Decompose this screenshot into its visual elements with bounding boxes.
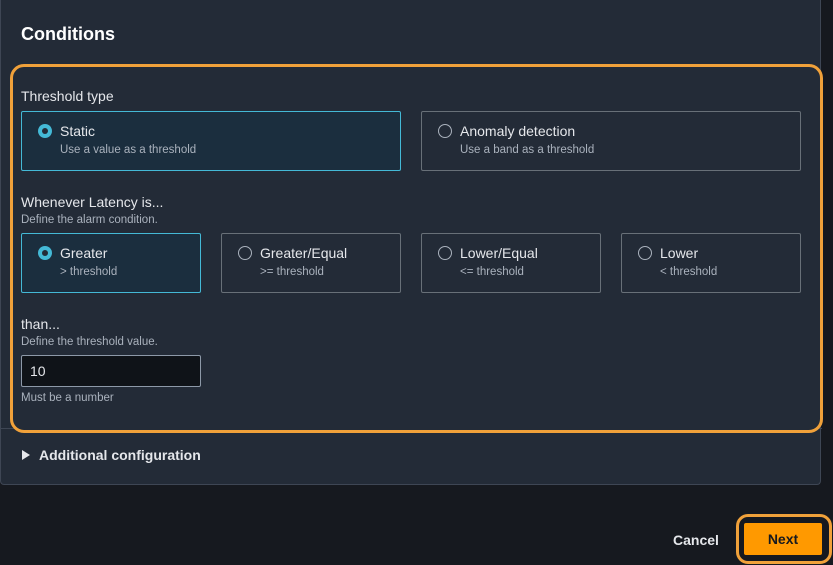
radio-unselected-icon[interactable] <box>638 246 652 260</box>
threshold-option-anomaly-detection[interactable]: Anomaly detection Use a band as a thresh… <box>421 111 801 171</box>
condition-description: Define the alarm condition. <box>21 214 158 226</box>
radio-selected-icon[interactable] <box>38 124 52 138</box>
option-subtitle: >= threshold <box>260 266 324 278</box>
threshold-value-label: than... <box>21 316 60 332</box>
option-title: Lower/Equal <box>460 245 538 261</box>
additional-configuration-label: Additional configuration <box>39 447 201 463</box>
additional-configuration-toggle[interactable]: Additional configuration <box>22 447 201 463</box>
condition-option-lower[interactable]: Lower < threshold <box>621 233 801 293</box>
option-title: Greater/Equal <box>260 245 348 261</box>
option-subtitle: Use a value as a threshold <box>60 144 197 156</box>
radio-unselected-icon[interactable] <box>238 246 252 260</box>
threshold-value-description: Define the threshold value. <box>21 336 158 348</box>
threshold-value-input[interactable] <box>21 355 201 387</box>
threshold-option-static[interactable]: Static Use a value as a threshold <box>21 111 401 171</box>
threshold-type-label: Threshold type <box>21 88 114 104</box>
option-subtitle: < threshold <box>660 266 718 278</box>
condition-option-lower-equal[interactable]: Lower/Equal <= threshold <box>421 233 601 293</box>
condition-option-greater[interactable]: Greater > threshold <box>21 233 201 293</box>
radio-unselected-icon[interactable] <box>438 246 452 260</box>
caret-right-icon <box>22 450 30 460</box>
option-title: Static <box>60 123 96 139</box>
option-title: Greater <box>60 245 108 261</box>
condition-option-greater-equal[interactable]: Greater/Equal >= threshold <box>221 233 401 293</box>
threshold-value-constraint: Must be a number <box>21 392 114 404</box>
option-title: Lower <box>660 245 699 261</box>
radio-selected-icon[interactable] <box>38 246 52 260</box>
cancel-button[interactable]: Cancel <box>664 527 728 553</box>
option-subtitle: <= threshold <box>460 266 524 278</box>
radio-unselected-icon[interactable] <box>438 124 452 138</box>
condition-label: Whenever Latency is... <box>21 194 164 210</box>
panel-title: Conditions <box>21 24 115 44</box>
next-button[interactable]: Next <box>744 523 822 555</box>
option-subtitle: Use a band as a threshold <box>460 144 595 156</box>
option-title: Anomaly detection <box>460 123 576 139</box>
option-subtitle: > threshold <box>60 266 118 278</box>
